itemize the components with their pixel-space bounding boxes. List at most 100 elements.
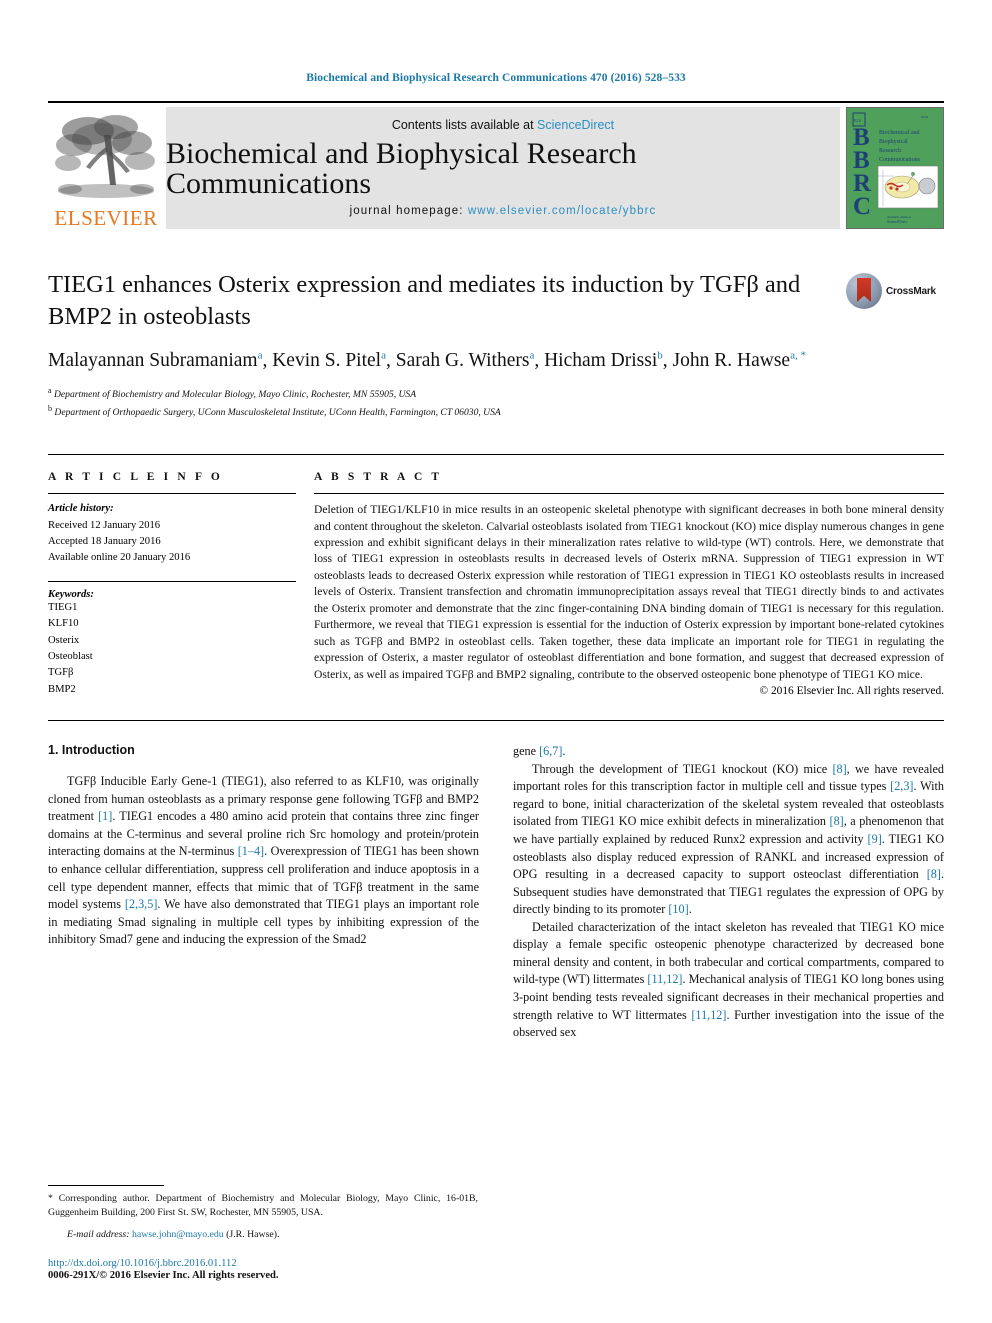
journal-cover-thumbnail: ELS ISSN B B R C Biochemical and Biophys… <box>846 107 944 229</box>
affiliation-item: b Department of Orthopaedic Surgery, UCo… <box>48 403 944 421</box>
abstract-heading: A B S T R A C T <box>314 471 443 484</box>
svg-text:Biophysical: Biophysical <box>879 139 908 145</box>
keywords-label: Keywords: <box>48 588 94 600</box>
citation-link[interactable]: [2,3] <box>890 779 913 793</box>
body-columns: 1. Introduction TGFβ Inducible Early Gen… <box>48 743 944 1042</box>
keywords-block: Keywords: TIEG1 KLF10 Osterix Osteoblast… <box>48 580 296 698</box>
svg-text:ISSN: ISSN <box>921 115 929 119</box>
author-sep: , <box>534 349 545 371</box>
citation-link[interactable]: [9] <box>868 832 882 846</box>
author-sep: , <box>262 349 273 371</box>
citation-link[interactable]: [1–4] <box>238 844 264 858</box>
abstract-column: A B S T R A C T Deletion of TIEG1/KLF10 … <box>314 471 944 698</box>
contents-prefix: Contents lists available at <box>391 118 534 132</box>
journal-title: Biochemical and Biophysical Research Com… <box>166 136 637 200</box>
keyword-item: TIEG1 <box>48 601 78 613</box>
svg-text:C: C <box>853 193 871 220</box>
divider <box>48 720 944 722</box>
title-block: TIEG1 enhances Osterix expression and me… <box>48 269 944 333</box>
elsevier-tree-icon <box>55 115 155 198</box>
page-title: TIEG1 enhances Osterix expression and me… <box>48 271 801 330</box>
journal-homepage-line: journal homepage: www.elsevier.com/locat… <box>350 205 657 217</box>
author-name: John R. Hawse <box>672 349 791 371</box>
svg-text:Biochemical and: Biochemical and <box>879 130 920 136</box>
svg-text:ELS: ELS <box>854 118 861 123</box>
corresponding-author-note: * Corresponding author. Department of Bi… <box>48 1192 478 1218</box>
history-received: Received 12 January 2016 <box>48 519 161 531</box>
citation-link[interactable]: [11,12] <box>647 972 682 986</box>
svg-text:ScienceDirect: ScienceDirect <box>887 220 907 224</box>
affiliation-marker: b <box>48 403 52 413</box>
keyword-item: Osterix <box>48 634 80 646</box>
citation-link[interactable]: [2,3,5] <box>125 897 158 911</box>
issn-copyright: 0006-291X/© 2016 Elsevier Inc. All right… <box>48 1270 279 1281</box>
article-history-label: Article history: <box>48 503 114 515</box>
elsevier-logo: ELSEVIER <box>48 103 164 233</box>
running-head: Biochemical and Biophysical Research Com… <box>306 72 686 84</box>
affiliation-item: a Department of Biochemistry and Molecul… <box>48 385 944 403</box>
citation-link[interactable]: [6,7] <box>539 744 562 758</box>
email-suffix: (J.R. Hawse). <box>226 1228 280 1240</box>
article-history: Article history: Received 12 January 201… <box>48 494 296 567</box>
cover-art-icon: ELS ISSN B B R C Biochemical and Biophys… <box>847 108 943 228</box>
footnote-divider <box>48 1184 164 1186</box>
history-online: Available online 20 January 2016 <box>48 552 191 564</box>
affiliation-text: Department of Orthopaedic Surgery, UConn… <box>54 406 501 418</box>
body-column-right: gene [6,7]. Through the development of T… <box>513 743 944 1042</box>
article-page: Biochemical and Biophysical Research Com… <box>0 0 992 1323</box>
paragraph-continuation: gene [6,7]. <box>513 744 566 759</box>
author-sep: , <box>385 349 396 371</box>
crossmark-icon <box>846 273 882 309</box>
crossmark-label: CrossMark <box>886 285 936 297</box>
masthead-center-panel: Contents lists available at ScienceDirec… <box>166 107 840 229</box>
footnote-block: * Corresponding author. Department of Bi… <box>48 1184 478 1281</box>
keyword-item: TGFβ <box>48 667 74 679</box>
keyword-list: TIEG1 KLF10 Osterix Osteoblast TGFβ BMP2 <box>48 600 296 698</box>
doi-link[interactable]: http://dx.doi.org/10.1016/j.bbrc.2016.01… <box>48 1258 478 1269</box>
email-label: E-mail address: <box>67 1228 130 1240</box>
sciencedirect-link[interactable]: ScienceDirect <box>537 118 614 132</box>
journal-masthead: ELSEVIER Contents lists available at Sci… <box>48 101 944 233</box>
crossmark-badge[interactable]: CrossMark <box>846 269 944 309</box>
history-accepted: Accepted 18 January 2016 <box>48 535 161 547</box>
affiliation-text: Department of Biochemistry and Molecular… <box>53 389 417 401</box>
svg-text:Communications: Communications <box>879 157 921 163</box>
homepage-prefix: journal homepage: <box>349 205 464 217</box>
elsevier-wordmark: ELSEVIER <box>54 206 158 230</box>
paragraph: TGFβ Inducible Early Gene-1 (TIEG1), als… <box>48 774 480 947</box>
citation-link[interactable]: [8] <box>832 762 846 776</box>
keyword-item: KLF10 <box>48 618 79 630</box>
info-abstract-region: A R T I C L E I N F O Article history: R… <box>48 454 944 698</box>
abstract-copyright: © 2016 Elsevier Inc. All rights reserved… <box>759 685 944 698</box>
article-info-column: A R T I C L E I N F O Article history: R… <box>48 471 296 698</box>
author-name: Malayannan Subramaniam <box>48 349 258 371</box>
author-affil-marker[interactable]: a, * <box>790 349 806 361</box>
email-note: E-mail address: hawse.john@mayo.edu (J.R… <box>48 1228 478 1242</box>
author-sep: , <box>662 349 673 371</box>
contents-lists-line: Contents lists available at ScienceDirec… <box>392 118 614 132</box>
email-link[interactable]: hawse.john@mayo.edu <box>132 1229 224 1240</box>
citation-link[interactable]: [8] <box>830 814 844 828</box>
keyword-item: BMP2 <box>48 683 76 695</box>
citation-link[interactable]: [1] <box>98 809 112 823</box>
citation-link[interactable]: [10] <box>668 902 688 916</box>
author-list: Malayannan Subramaniama, Kevin S. Pitela… <box>48 347 818 375</box>
affiliation-marker: a <box>48 385 52 395</box>
affiliation-list: a Department of Biochemistry and Molecul… <box>48 385 944 420</box>
doi-block: http://dx.doi.org/10.1016/j.bbrc.2016.01… <box>48 1258 478 1281</box>
journal-homepage-link[interactable]: www.elsevier.com/locate/ybbrc <box>468 205 657 217</box>
citation-link[interactable]: [11,12] <box>691 1008 726 1022</box>
paragraph: Through the development of TIEG1 knockou… <box>513 761 945 917</box>
article-info-heading: A R T I C L E I N F O <box>48 471 223 484</box>
svg-text:Available online at: Available online at <box>887 215 911 219</box>
svg-text:Research: Research <box>879 148 901 154</box>
author-name: Kevin S. Pitel <box>272 349 382 371</box>
section-heading-introduction: 1. Introduction <box>48 743 135 758</box>
citation-link[interactable]: [8] <box>927 867 941 881</box>
paragraph: Detailed characterization of the intact … <box>513 919 945 1040</box>
abstract-text: Deletion of TIEG1/KLF10 in mice results … <box>314 503 944 681</box>
body-column-left: 1. Introduction TGFβ Inducible Early Gen… <box>48 743 479 1042</box>
author-name: Sarah G. Withers <box>395 349 530 371</box>
author-name: Hicham Drissi <box>544 349 658 371</box>
keyword-item: Osteoblast <box>48 650 93 662</box>
